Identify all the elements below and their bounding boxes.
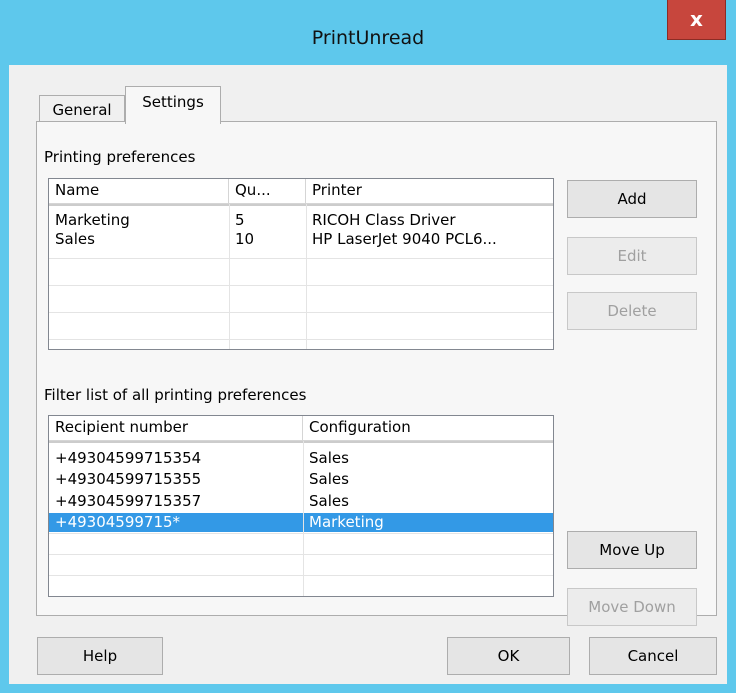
table-row-configuration-selected[interactable]: Marketing <box>303 513 553 531</box>
filter-list-label: Filter list of all printing preferences <box>44 386 307 404</box>
close-icon: x <box>690 7 703 31</box>
printing-preferences-label: Printing preferences <box>44 148 196 166</box>
table-row-printer[interactable]: HP LaserJet 9040 PCL6... <box>306 230 552 248</box>
move-up-button[interactable]: Move Up <box>567 531 697 569</box>
dialog-client-area: General Settings Printing preferences Na… <box>9 65 727 684</box>
ok-button[interactable]: OK <box>447 637 570 675</box>
add-button[interactable]: Add <box>567 180 697 218</box>
tab-general[interactable]: General <box>39 95 125 123</box>
table-row-recipient[interactable]: +49304599715357 <box>49 492 303 510</box>
help-button[interactable]: Help <box>37 637 163 675</box>
table-row-quantity[interactable]: 10 <box>229 230 306 248</box>
table-row-recipient[interactable]: +49304599715355 <box>49 470 303 488</box>
column-header-printer[interactable]: Printer <box>306 179 553 204</box>
filter-list[interactable]: Recipient number Configuration +49304599… <box>48 415 554 597</box>
tab-settings[interactable]: Settings <box>125 86 221 124</box>
table-row-configuration[interactable]: Sales <box>303 470 553 488</box>
window-title: PrintUnread <box>311 27 425 49</box>
dialog-window: PrintUnread x General Settings Printing … <box>0 0 736 693</box>
column-header-name[interactable]: Name <box>49 179 229 204</box>
table-row-quantity[interactable]: 5 <box>229 211 306 229</box>
column-header-recipient-number[interactable]: Recipient number <box>49 416 303 441</box>
column-header-quantity[interactable]: Qu... <box>229 179 306 204</box>
table-row-name[interactable]: Marketing <box>49 211 229 229</box>
table-row-recipient[interactable]: +49304599715354 <box>49 449 303 467</box>
column-header-configuration[interactable]: Configuration <box>303 416 553 441</box>
table-row-name[interactable]: Sales <box>49 230 229 248</box>
table-row-recipient-selected[interactable]: +49304599715* <box>49 513 303 531</box>
table-row-configuration[interactable]: Sales <box>303 492 553 510</box>
edit-button[interactable]: Edit <box>567 237 697 275</box>
table-row-configuration[interactable]: Sales <box>303 449 553 467</box>
move-down-button[interactable]: Move Down <box>567 588 697 626</box>
cancel-button[interactable]: Cancel <box>589 637 717 675</box>
delete-button[interactable]: Delete <box>567 292 697 330</box>
settings-tab-panel: Printing preferences Name Qu... Printer … <box>36 121 717 626</box>
close-button[interactable]: x <box>667 0 726 40</box>
table-row-printer[interactable]: RICOH Class Driver <box>306 211 552 229</box>
printing-preferences-list[interactable]: Name Qu... Printer Marketing 5 RICOH Cla… <box>48 178 554 350</box>
